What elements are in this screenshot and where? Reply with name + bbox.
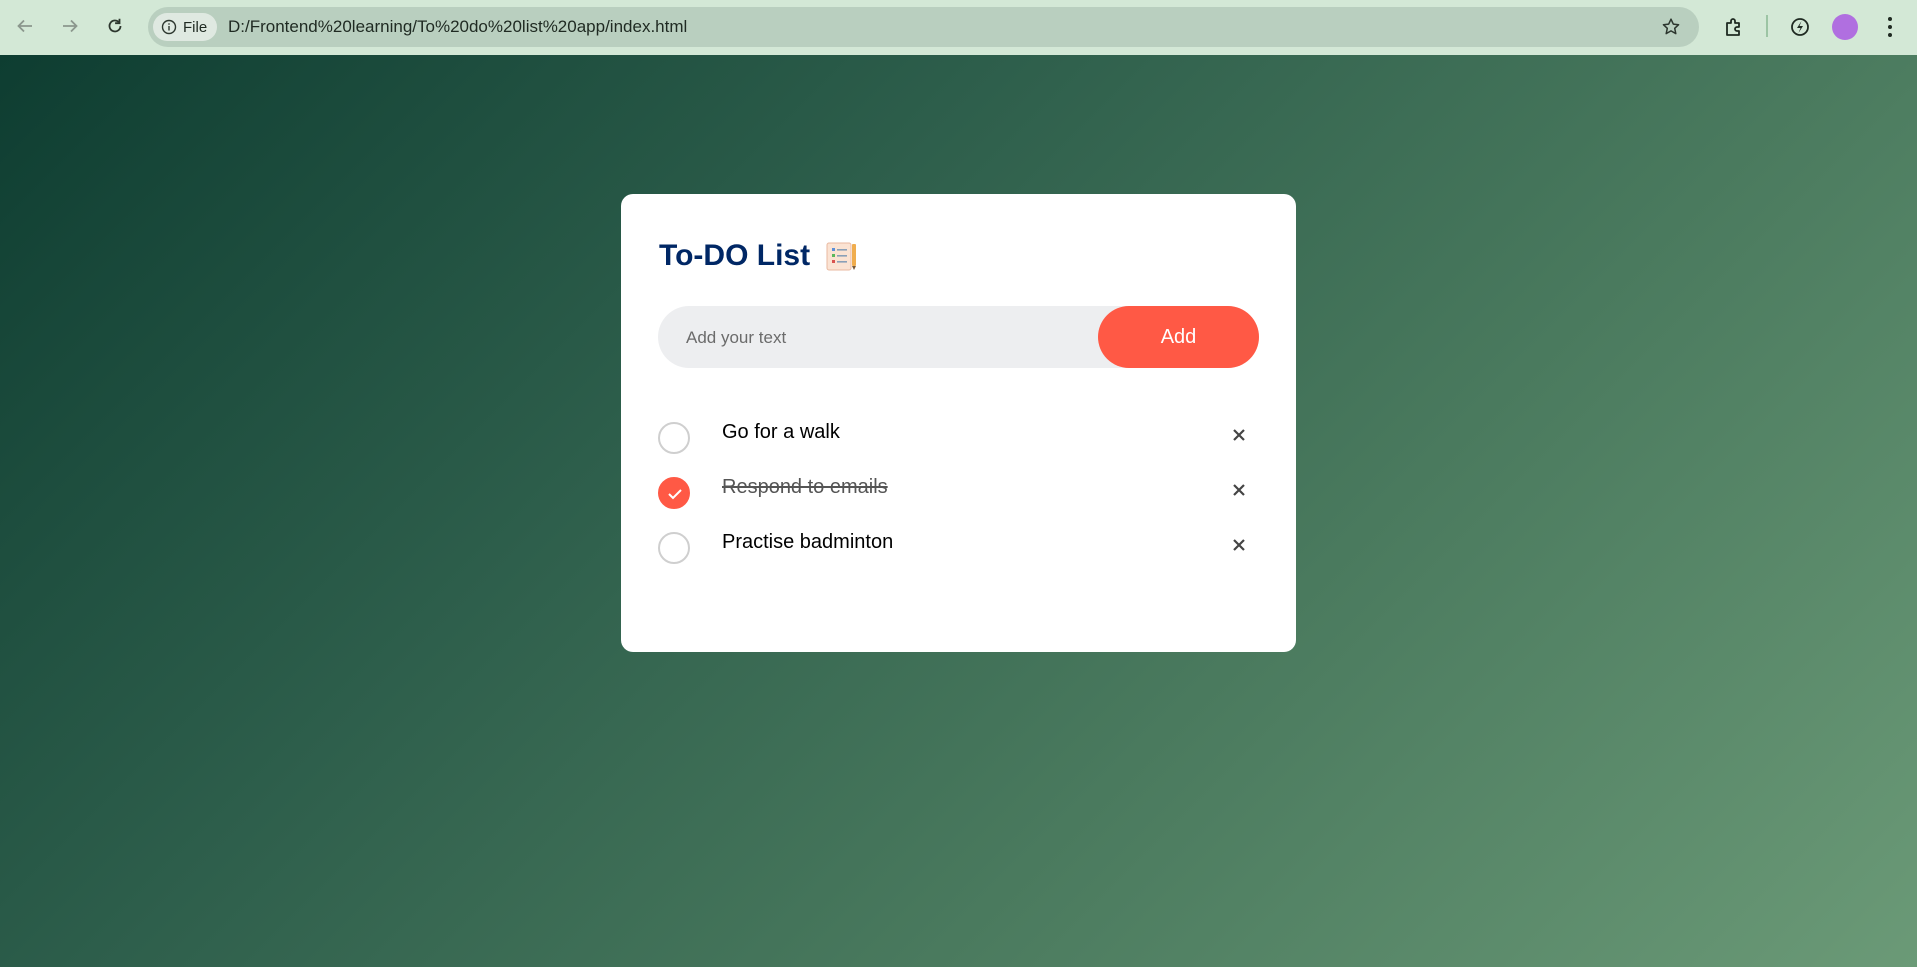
task-label: Go for a walk bbox=[722, 421, 840, 443]
notepad-icon bbox=[826, 242, 857, 271]
forward-button[interactable] bbox=[57, 13, 83, 39]
toolbar-divider bbox=[1766, 15, 1768, 37]
browser-menu-button[interactable] bbox=[1880, 14, 1900, 40]
site-chip-label: File bbox=[183, 18, 208, 36]
title-row: To-DO List bbox=[659, 239, 858, 273]
url-text[interactable]: D:/Frontend%20learning/To%20do%20list%20… bbox=[228, 7, 687, 47]
info-icon bbox=[161, 19, 177, 35]
task-input-row: Add bbox=[658, 306, 1259, 370]
task-checkbox-checked[interactable] bbox=[658, 477, 690, 509]
task-label: Respond to emails bbox=[722, 476, 888, 498]
page-viewport: To-DO List Add Go for a walk R bbox=[0, 55, 1917, 967]
remove-task-button[interactable] bbox=[1229, 480, 1249, 500]
close-icon bbox=[1233, 539, 1245, 551]
task-item[interactable]: Practise badminton bbox=[658, 526, 1259, 570]
bookmark-button[interactable] bbox=[1659, 15, 1683, 39]
add-button[interactable]: Add bbox=[1098, 306, 1259, 368]
close-icon bbox=[1233, 429, 1245, 441]
address-bar[interactable]: File D:/Frontend%20learning/To%20do%20li… bbox=[148, 7, 1699, 47]
page-title: To-DO List bbox=[659, 239, 811, 272]
menu-kebab-icon bbox=[1888, 17, 1892, 37]
todo-card: To-DO List Add Go for a walk R bbox=[621, 194, 1296, 652]
task-checkbox[interactable] bbox=[658, 532, 690, 564]
forward-arrow-icon bbox=[63, 19, 78, 33]
task-label: Practise badminton bbox=[722, 531, 894, 553]
reload-icon bbox=[108, 18, 122, 33]
task-item[interactable]: Go for a walk bbox=[658, 416, 1259, 460]
task-item[interactable]: Respond to emails bbox=[658, 471, 1259, 515]
avatar[interactable] bbox=[1832, 14, 1858, 40]
site-info-chip[interactable]: File bbox=[153, 13, 218, 41]
back-arrow-icon bbox=[17, 19, 32, 33]
task-checkbox[interactable] bbox=[658, 422, 690, 454]
extensions-icon bbox=[1726, 18, 1740, 36]
close-icon bbox=[1233, 484, 1245, 496]
remove-task-button[interactable] bbox=[1229, 425, 1249, 445]
back-button[interactable] bbox=[12, 13, 38, 39]
checkmark-icon bbox=[668, 489, 682, 500]
browser-toolbar: File D:/Frontend%20learning/To%20do%20li… bbox=[0, 0, 1917, 55]
star-icon bbox=[1662, 18, 1680, 35]
performance-button[interactable] bbox=[1786, 13, 1814, 41]
extensions-button[interactable] bbox=[1720, 13, 1748, 41]
performance-icon bbox=[1791, 18, 1809, 36]
reload-button[interactable] bbox=[102, 13, 128, 39]
remove-task-button[interactable] bbox=[1229, 535, 1249, 555]
task-input[interactable] bbox=[684, 306, 1088, 370]
